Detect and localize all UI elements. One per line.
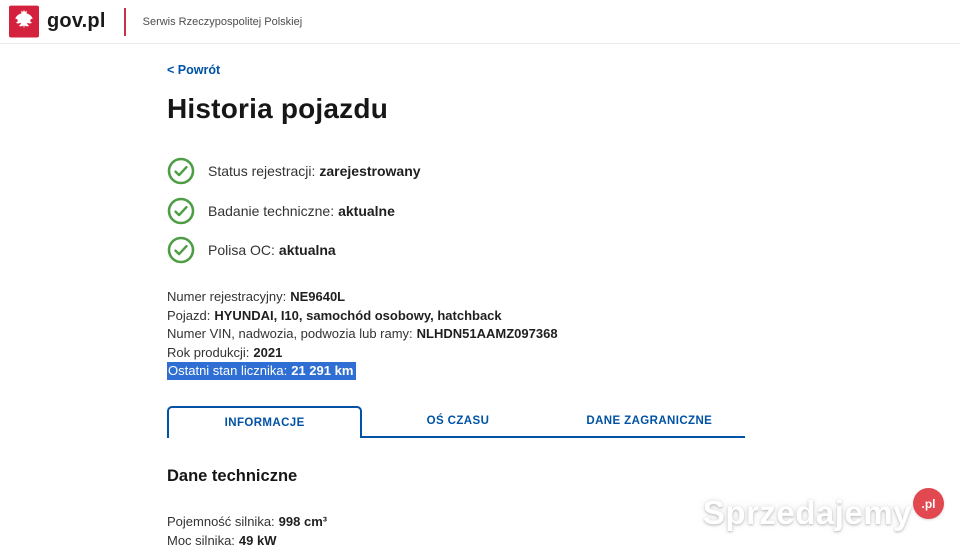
status-text: Status rejestracji: zarejestrowany <box>208 163 421 179</box>
tech-label: Moc silnika: <box>167 532 235 548</box>
vehicle-details: Numer rejestracyjny: NE9640L Pojazd: HYUND… <box>167 288 745 381</box>
check-circle-icon <box>167 157 195 185</box>
tech-value: 49 kW <box>238 532 277 548</box>
watermark-pl-badge: .pl <box>913 488 944 519</box>
detail-label: Pojazd: <box>167 307 211 323</box>
detail-value: 21 291 km <box>291 363 354 378</box>
check-circle-icon <box>167 236 195 264</box>
status-text: Polisa OC: aktualna <box>208 242 336 258</box>
page: gov.pl Serwis Rzeczypospolitej Polskiej … <box>0 0 960 548</box>
status-label: Badanie techniczne: <box>208 202 335 219</box>
check-circle-icon <box>167 197 195 224</box>
status-insurance: Polisa OC: aktualna <box>167 236 745 264</box>
main-content: < Powrót Historia pojazdu Status rejestr… <box>167 44 745 548</box>
detail-odometer: Ostatni stan licznika: 21 291 km <box>167 362 745 381</box>
polish-eagle-icon <box>9 5 39 38</box>
tab-informacje[interactable]: INFORMACJE <box>167 405 363 438</box>
detail-value: HYUNDAI, I10, samochód osobowy, hatchbac… <box>214 307 502 323</box>
detail-value: NE9640L <box>290 289 346 304</box>
detail-label: Numer VIN, nadwozia, podwozia lub ramy: <box>167 326 413 341</box>
tech-engine-power: Moc silnika: 49 kW <box>167 531 745 548</box>
detail-value: 2021 <box>253 344 283 360</box>
detail-vehicle: Pojazd: HYUNDAI, I10, samochód osobowy, h… <box>167 307 745 326</box>
tab-dane-zagraniczne[interactable]: DANE ZAGRANICZNE <box>553 405 745 438</box>
header-divider <box>123 7 126 36</box>
detail-vin: Numer VIN, nadwozia, podwozia lub ramy: N… <box>167 325 745 344</box>
header-tagline: Serwis Rzeczypospolitej Polskiej <box>142 15 303 28</box>
detail-label: Numer rejestracyjny: <box>167 289 287 304</box>
status-value: aktualna <box>278 242 336 258</box>
status-list: Status rejestracji: zarejestrowany Badani… <box>167 157 745 264</box>
govpl-logo[interactable]: gov.pl <box>0 5 106 38</box>
top-header: gov.pl Serwis Rzeczypospolitej Polskiej <box>0 0 960 44</box>
status-label: Polisa OC: <box>208 242 275 258</box>
status-value: zarejestrowany <box>319 163 421 179</box>
status-registration: Status rejestracji: zarejestrowany <box>167 157 745 185</box>
page-title: Historia pojazdu <box>167 93 388 124</box>
tech-value: 998 cm³ <box>278 513 328 529</box>
detail-label: Ostatni stan licznika: <box>168 363 288 378</box>
technical-data-heading: Dane techniczne <box>167 466 298 485</box>
status-inspection: Badanie techniczne: aktualne <box>167 197 745 225</box>
tab-os-czasu[interactable]: OŚ CZASU <box>362 405 554 438</box>
status-value: aktualne <box>338 202 395 219</box>
detail-value: NLHDN51AAMZ097368 <box>416 326 558 341</box>
tab-bar: INFORMACJE OŚ CZASU DANE ZAGRANICZNE <box>167 405 745 438</box>
brand-name[interactable]: gov.pl <box>47 10 106 33</box>
back-link[interactable]: < Powrót <box>167 63 220 77</box>
detail-production-year: Rok produkcji: 2021 <box>167 344 745 363</box>
tech-label: Pojemność silnika: <box>167 513 275 529</box>
status-text: Badanie techniczne: aktualne <box>208 203 395 219</box>
status-label: Status rejestracji: <box>208 163 316 179</box>
detail-registration-number: Numer rejestracyjny: NE9640L <box>167 288 745 307</box>
detail-label: Rok produkcji: <box>167 344 250 360</box>
tech-engine-capacity: Pojemność silnika: 998 cm³ <box>167 512 745 531</box>
selected-text: Ostatni stan licznika: 21 291 km <box>167 362 357 380</box>
technical-data-list: Pojemność silnika: 998 cm³ Moc silnika: 49… <box>167 512 745 548</box>
